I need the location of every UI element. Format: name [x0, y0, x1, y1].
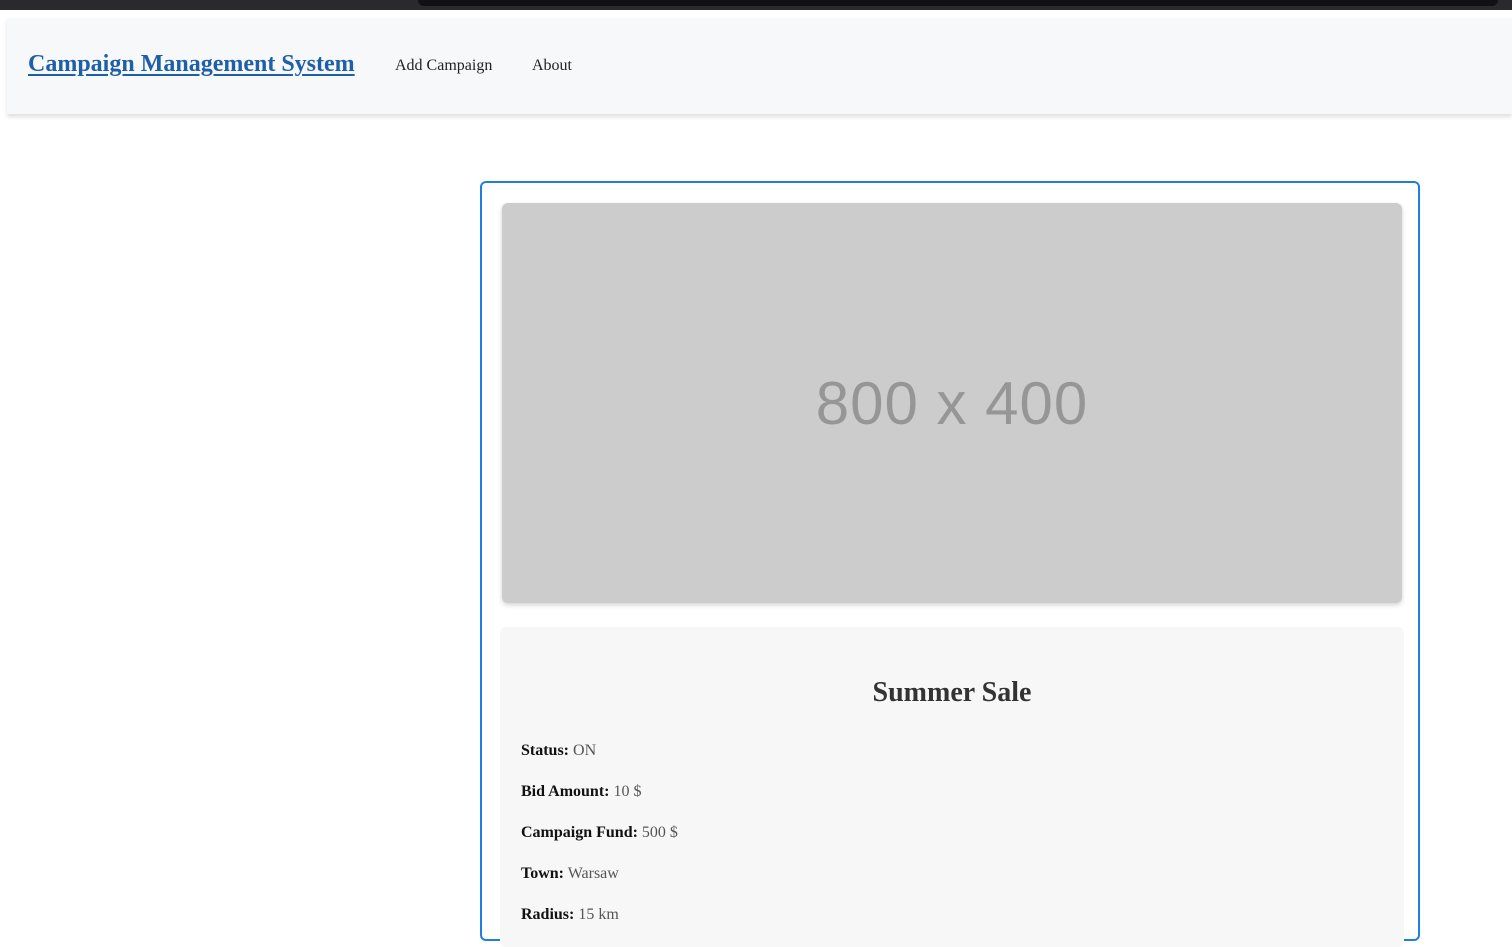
navbar: Campaign Management System Add Campaign …: [7, 18, 1512, 114]
detail-label: Town:: [521, 865, 564, 882]
detail-bid-amount: Bid Amount: 10 $: [521, 783, 641, 801]
detail-campaign-fund: Campaign Fund: 500 $: [521, 824, 678, 842]
detail-town: Town: Warsaw: [521, 865, 619, 883]
detail-value: 500 $: [641, 824, 678, 841]
detail-value: ON: [573, 742, 597, 759]
detail-status: Status: ON: [521, 742, 596, 760]
nav-link-about[interactable]: About: [532, 57, 572, 75]
detail-value: 10 $: [613, 783, 642, 800]
campaign-image: 800 x 400: [502, 203, 1402, 603]
detail-label: Status:: [521, 742, 570, 759]
browser-top-strip: [0, 0, 1512, 10]
brand-link[interactable]: Campaign Management System: [28, 51, 355, 78]
detail-value: Warsaw: [567, 865, 619, 882]
detail-label: Bid Amount:: [521, 783, 610, 800]
campaign-title: Summer Sale: [872, 677, 1032, 708]
detail-value: 15 km: [578, 906, 619, 923]
detail-radius: Radius: 15 km: [521, 906, 619, 924]
image-placeholder-text: 800 x 400: [815, 369, 1089, 437]
nav-link-add-campaign[interactable]: Add Campaign: [395, 57, 492, 75]
campaign-card: 800 x 400 Summer Sale Status: ON Bid Amo…: [480, 181, 1420, 947]
detail-label: Radius:: [521, 906, 575, 923]
browser-top-strip-inner: [418, 0, 1498, 6]
campaign-details: Summer Sale Status: ON Bid Amount: 10 $ …: [500, 627, 1404, 947]
detail-label: Campaign Fund:: [521, 824, 638, 841]
